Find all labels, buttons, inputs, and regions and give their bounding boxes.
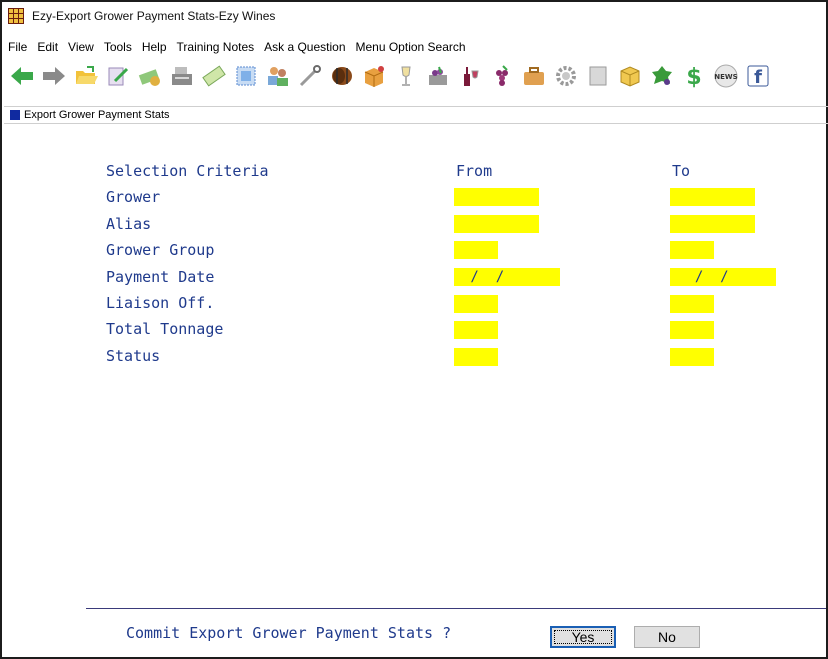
menu-training-notes[interactable]: Training Notes xyxy=(177,40,255,54)
grower-group-label: Grower Group xyxy=(106,241,215,259)
yes-button-label: Yes xyxy=(571,629,595,645)
news-icon-label: NEWS xyxy=(714,73,737,81)
status-label: Status xyxy=(106,347,161,365)
no-button-label: No xyxy=(658,629,676,645)
payment-date-to-field[interactable]: / / xyxy=(670,268,776,286)
svg-text:$: $ xyxy=(686,65,701,89)
grower-to-field[interactable] xyxy=(670,188,755,206)
menu-tools[interactable]: Tools xyxy=(104,40,132,54)
grower-group-from-field[interactable] xyxy=(454,241,498,259)
menu-bar: File Edit View Tools Help Training Notes… xyxy=(8,40,476,54)
to-header: To xyxy=(672,162,691,180)
grapes-icon[interactable] xyxy=(488,62,516,90)
no-button[interactable]: No xyxy=(634,626,700,648)
news-icon[interactable]: NEWS xyxy=(712,62,740,90)
alias-label: Alias xyxy=(106,215,152,233)
facebook-icon[interactable]: f xyxy=(744,62,772,90)
screen-title-marker xyxy=(10,110,20,120)
briefcase-icon[interactable] xyxy=(520,62,548,90)
window-title: Ezy-Export Grower Payment Stats-Ezy Wine… xyxy=(32,9,276,23)
users-icon[interactable] xyxy=(264,62,292,90)
screen-title-bar: Export Grower Payment Stats xyxy=(4,106,828,124)
alias-to-field[interactable] xyxy=(670,215,755,233)
payment-date-from-field[interactable]: / / xyxy=(454,268,560,286)
total-tonnage-from-field[interactable] xyxy=(454,321,498,339)
grape-leaf-icon[interactable] xyxy=(648,62,676,90)
menu-file[interactable]: File xyxy=(8,40,27,54)
menu-view[interactable]: View xyxy=(68,40,94,54)
total-tonnage-to-field[interactable] xyxy=(670,321,714,339)
grower-label: Grower xyxy=(106,188,161,206)
barrel-icon[interactable] xyxy=(328,62,356,90)
from-header: From xyxy=(456,162,493,180)
cheque-icon[interactable] xyxy=(200,62,228,90)
title-bar: Ezy-Export Grower Payment Stats-Ezy Wine… xyxy=(8,4,275,28)
box-icon[interactable] xyxy=(360,62,388,90)
alias-from-field[interactable] xyxy=(454,215,539,233)
back-arrow-icon[interactable] xyxy=(8,62,36,90)
wine-bottle-icon[interactable] xyxy=(456,62,484,90)
stamp-icon[interactable] xyxy=(232,62,260,90)
facebook-icon-label: f xyxy=(754,67,762,88)
glass-icon[interactable] xyxy=(392,62,420,90)
notepad-icon[interactable] xyxy=(104,62,132,90)
menu-option-search[interactable]: Menu Option Search xyxy=(356,40,466,54)
wrench-icon[interactable] xyxy=(296,62,324,90)
screen-title: Export Grower Payment Stats xyxy=(24,109,170,121)
dollar-icon[interactable]: $ xyxy=(680,62,708,90)
menu-ask-a-question[interactable]: Ask a Question xyxy=(264,40,345,54)
grapes-bin-icon[interactable] xyxy=(424,62,452,90)
cash-register-icon[interactable] xyxy=(168,62,196,90)
total-tonnage-label: Total Tonnage xyxy=(106,320,224,338)
app-window: Ezy-Export Grower Payment Stats-Ezy Wine… xyxy=(0,0,828,659)
grower-group-to-field[interactable] xyxy=(670,241,714,259)
app-icon xyxy=(8,8,24,24)
menu-help[interactable]: Help xyxy=(142,40,167,54)
forward-arrow-icon[interactable] xyxy=(40,62,68,90)
commit-prompt: Commit Export Grower Payment Stats ? xyxy=(126,624,452,642)
liaison-off-to-field[interactable] xyxy=(670,295,714,313)
cube-icon[interactable] xyxy=(616,62,644,90)
open-folder-icon[interactable] xyxy=(72,62,100,90)
liaison-off-from-field[interactable] xyxy=(454,295,498,313)
yes-button[interactable]: Yes xyxy=(550,626,616,648)
selection-criteria-header: Selection Criteria xyxy=(106,162,269,180)
sheet-icon[interactable] xyxy=(584,62,612,90)
payments-icon[interactable] xyxy=(136,62,164,90)
divider xyxy=(86,608,826,609)
status-from-field[interactable] xyxy=(454,348,498,366)
payment-date-label: Payment Date xyxy=(106,268,215,286)
status-to-field[interactable] xyxy=(670,348,714,366)
toolbar: $ NEWS f xyxy=(8,60,824,92)
gear-icon[interactable] xyxy=(552,62,580,90)
grower-from-field[interactable] xyxy=(454,188,539,206)
liaison-off-label: Liaison Off. xyxy=(106,294,215,312)
menu-edit[interactable]: Edit xyxy=(37,40,58,54)
